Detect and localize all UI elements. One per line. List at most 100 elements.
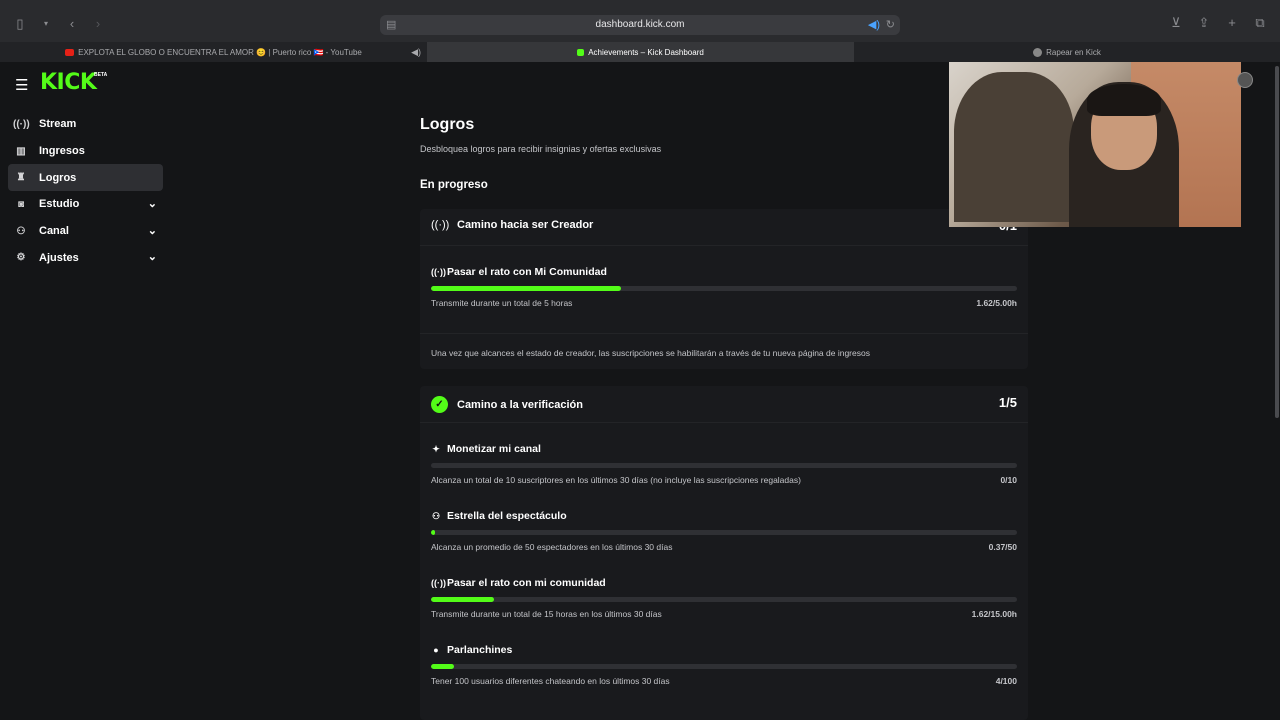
sidebar-item-label: Canal xyxy=(39,225,69,238)
trophy-icon: ♜ xyxy=(16,172,26,184)
sidebar-item-label: Ingresos xyxy=(39,145,85,158)
sidebar-item-canal[interactable]: ⚇ Canal ⌄ xyxy=(8,218,163,245)
achievement-description: Tener 100 usuarios diferentes chateando … xyxy=(431,676,670,686)
progress-bar xyxy=(431,463,1017,468)
achievement-title: ⚇ Estrella del espectáculo xyxy=(431,510,1017,522)
tab-achievements[interactable]: Achievements – Kick Dashboard xyxy=(427,42,854,62)
achievement-value: 1.62/15.00h xyxy=(971,609,1017,619)
speaker-icon[interactable]: ◀) xyxy=(411,47,421,58)
card-progress-count: 1/5 xyxy=(998,395,1017,410)
achievement-description: Alcanza un total de 10 suscriptores en l… xyxy=(431,475,801,485)
sparkle-icon: ✦ xyxy=(432,443,440,454)
person-left xyxy=(954,72,1074,222)
hair xyxy=(1087,84,1161,116)
sidebar-item-label: Ajustes xyxy=(39,251,79,264)
kick-favicon-icon xyxy=(577,48,585,56)
achievement-title-text: Pasar el rato con mi comunidad xyxy=(447,577,606,589)
chevron-down-icon[interactable]: ⌄ xyxy=(148,197,157,210)
achievement-item: ((·)) Pasar el rato con Mi Comunidad Tra… xyxy=(431,266,1017,308)
viewers-icon: ⚇ xyxy=(431,510,441,521)
broadcast-icon: ((·)) xyxy=(431,267,446,277)
browser-toolbar: ▯ ▾ ‹ › ▤ dashboard.kick.com ◀) ↻ ⊻ ⇪ + … xyxy=(0,0,1280,42)
progress-bar xyxy=(431,597,1017,602)
share-icon[interactable]: ⇪ xyxy=(1196,16,1212,30)
verified-icon: ✓ xyxy=(431,396,448,413)
sidebar-item-label: Logros xyxy=(39,171,77,184)
tab-youtube[interactable]: EXPLOTA EL GLOBO O ENCUENTRA EL AMOR 😊 |… xyxy=(0,42,427,62)
card-note: Una vez que alcances el estado de creado… xyxy=(431,348,870,358)
browser-left-controls: ▯ ▾ ‹ › xyxy=(12,17,106,31)
achievement-value: 0.37/50 xyxy=(988,542,1017,552)
tab-label: Achievements – Kick Dashboard xyxy=(588,47,704,57)
achievement-title-text: Estrella del espectáculo xyxy=(447,510,567,522)
achievement-description: Transmite durante un total de 15 horas e… xyxy=(431,609,662,619)
studio-icon: ◙ xyxy=(17,198,25,210)
card-header[interactable]: ✓ Camino a la verificación xyxy=(431,396,583,413)
tab-strip: EXPLOTA EL GLOBO O ENCUENTRA EL AMOR 😊 |… xyxy=(0,42,1280,62)
section-title: En progreso xyxy=(420,179,488,191)
kick-logo[interactable]: KICK xyxy=(40,70,97,95)
card-header[interactable]: ((·)) Camino hacia ser Creador xyxy=(431,219,593,231)
users-icon: ⚇ xyxy=(16,225,26,237)
progress-fill xyxy=(431,664,455,669)
menu-icon[interactable]: ☰ xyxy=(15,76,28,94)
sidebar-item-ajustes[interactable]: ⚙ Ajustes ⌄ xyxy=(8,244,163,271)
chevron-down-icon[interactable]: ▾ xyxy=(38,17,54,31)
achievement-item: ● Parlanchines Tener 100 usuarios difere… xyxy=(431,644,1017,686)
achievement-value: 1.62/5.00h xyxy=(976,298,1017,308)
achievement-item: ⚇ Estrella del espectáculo Alcanza un pr… xyxy=(431,510,1017,552)
sidebar-item-label: Stream xyxy=(39,118,77,131)
download-icon[interactable]: ⊻ xyxy=(1168,16,1184,30)
browser-right-controls: ⊻ ⇪ + ⧉ xyxy=(1168,16,1268,30)
achievement-value: 4/100 xyxy=(995,676,1017,686)
achievement-card-verification: ✓ Camino a la verificación 1/5 ✦ Monetiz… xyxy=(420,386,1028,720)
sidebar-item-estudio[interactable]: ◙ Estudio ⌄ xyxy=(8,191,163,218)
progress-bar xyxy=(431,530,1017,535)
achievement-value: 0/10 xyxy=(1000,475,1017,485)
new-tab-icon[interactable]: + xyxy=(1224,16,1240,30)
avatar[interactable] xyxy=(1237,72,1253,88)
page-title: Logros xyxy=(420,116,475,133)
beta-badge: BETA xyxy=(94,72,108,78)
broadcast-icon: ((·)) xyxy=(13,118,30,130)
achievement-title: ✦ Monetizar mi canal xyxy=(431,443,1017,455)
tab-overview-icon[interactable]: ⧉ xyxy=(1252,16,1268,30)
progress-bar xyxy=(431,286,1017,291)
forward-icon[interactable]: › xyxy=(90,17,106,31)
page-subtitle: Desbloquea logros para recibir insignias… xyxy=(420,144,662,154)
achievement-title: ● Parlanchines xyxy=(431,644,1017,656)
progress-fill xyxy=(431,286,621,291)
sidebar-toggle-icon[interactable]: ▯ xyxy=(12,17,28,31)
achievement-item: ((·)) Pasar el rato con mi comunidad Tra… xyxy=(431,577,1017,619)
progress-fill xyxy=(431,597,495,602)
audio-playing-icon[interactable]: ◀) xyxy=(868,18,880,31)
address-bar[interactable]: ▤ dashboard.kick.com ◀) ↻ xyxy=(380,15,900,35)
sidebar-item-stream[interactable]: ((·)) Stream xyxy=(8,111,163,138)
tab-label: EXPLOTA EL GLOBO O ENCUENTRA EL AMOR 😊 |… xyxy=(78,47,362,57)
achievement-card-creator: ((·)) Camino hacia ser Creador 0/1 ((·))… xyxy=(420,209,1028,369)
achievement-title: ((·)) Pasar el rato con mi comunidad xyxy=(431,577,1017,589)
chat-icon: ● xyxy=(433,645,439,655)
achievement-item: ✦ Monetizar mi canal Alcanza un total de… xyxy=(431,443,1017,485)
page-favicon-icon xyxy=(1033,47,1043,57)
youtube-icon xyxy=(65,48,75,56)
scrollbar[interactable] xyxy=(1275,66,1279,418)
url-text[interactable]: dashboard.kick.com xyxy=(380,19,900,30)
sidebar-item-logros[interactable]: ♜ Logros xyxy=(8,164,163,192)
chart-icon: ▥ xyxy=(16,145,26,157)
achievement-title-text: Parlanchines xyxy=(447,644,513,656)
achievement-title: ((·)) Pasar el rato con Mi Comunidad xyxy=(431,266,1017,278)
chevron-down-icon[interactable]: ⌄ xyxy=(148,250,157,263)
back-icon[interactable]: ‹ xyxy=(64,17,80,31)
achievement-title-text: Pasar el rato con Mi Comunidad xyxy=(447,266,607,278)
achievement-title-text: Monetizar mi canal xyxy=(447,443,541,455)
chevron-down-icon[interactable]: ⌄ xyxy=(148,224,157,237)
sidebar-item-ingresos[interactable]: ▥ Ingresos xyxy=(8,138,163,165)
achievement-description: Transmite durante un total de 5 horas xyxy=(431,298,573,308)
tab-rapear[interactable]: Rapear en Kick xyxy=(854,42,1280,62)
sidebar-nav: ((·)) Stream ▥ Ingresos ♜ Logros ◙ Estud… xyxy=(8,111,163,271)
divider xyxy=(420,245,1028,246)
gear-icon: ⚙ xyxy=(16,252,26,264)
divider xyxy=(420,422,1028,423)
reload-icon[interactable]: ↻ xyxy=(886,18,895,31)
